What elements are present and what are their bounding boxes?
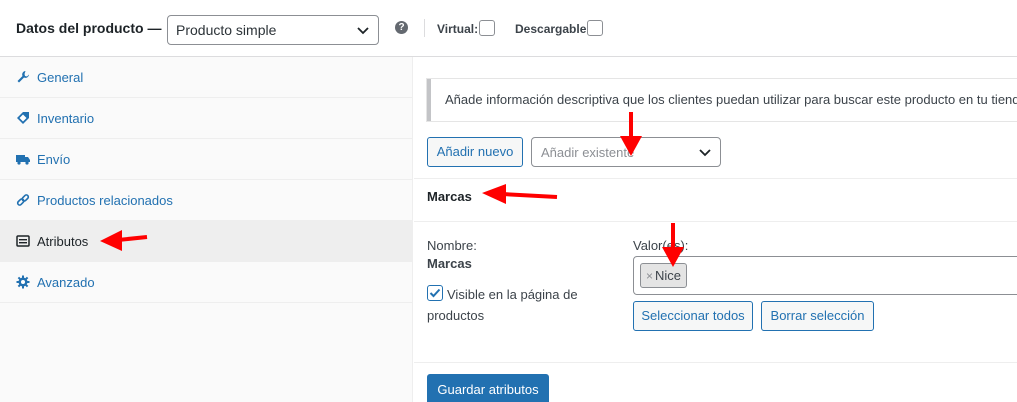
tab-label: Envío	[37, 152, 71, 167]
attributes-notice: Añade información descriptiva que los cl…	[427, 79, 1017, 121]
attribute-name-label: Nombre:	[427, 238, 477, 253]
product-data-title: Datos del producto —	[16, 20, 162, 36]
tab-general[interactable]: General	[0, 57, 412, 98]
clear-selection-button[interactable]: Borrar selección	[761, 301, 874, 331]
visible-on-product-checkbox[interactable]	[427, 285, 443, 301]
link-icon	[16, 194, 30, 206]
save-attributes-button[interactable]: Guardar atributos	[427, 374, 549, 402]
truck-icon	[16, 155, 30, 165]
remove-token-icon[interactable]: ×	[646, 269, 653, 283]
tag-icon	[17, 112, 29, 124]
product-type-select[interactable]: Producto simple	[167, 15, 379, 45]
checkmark-icon	[429, 288, 441, 298]
tab-attributes[interactable]: Atributos	[0, 221, 412, 262]
tab-inventory[interactable]: Inventario	[0, 98, 412, 139]
tab-label: Atributos	[37, 234, 89, 249]
annotation-arrow-add-existing	[620, 112, 642, 156]
tab-advanced[interactable]: Avanzado	[0, 262, 412, 303]
attributes-panel: Añade información descriptiva que los cl…	[414, 57, 1017, 402]
tab-label: Inventario	[37, 111, 95, 126]
attribute-values-field[interactable]: × Nice	[633, 256, 1017, 295]
list-icon	[16, 235, 30, 247]
annotation-arrow-attributes-tab	[100, 230, 148, 251]
product-data-header: Datos del producto — Producto simple ? V…	[0, 0, 1017, 57]
tab-shipping[interactable]: Envío	[0, 139, 412, 180]
visible-on-product-label: Visible en la página de productos	[427, 287, 578, 323]
gear-icon	[16, 275, 30, 289]
chevron-down-icon	[699, 149, 711, 157]
tab-label: General	[37, 70, 84, 85]
divider	[414, 221, 1017, 222]
product-type-value: Producto simple	[176, 22, 277, 38]
product-data-tabs: General Inventario Envío Productos relac…	[0, 57, 413, 402]
wrench-icon	[17, 71, 29, 83]
attribute-title[interactable]: Marcas	[427, 189, 472, 204]
virtual-checkbox[interactable]	[479, 20, 495, 36]
downloadable-checkbox[interactable]	[587, 20, 603, 36]
tab-linked-products[interactable]: Productos relacionados	[0, 180, 412, 221]
virtual-label: Virtual:	[437, 22, 479, 36]
attribute-name-value: Marcas	[427, 256, 472, 271]
chevron-down-icon	[357, 27, 369, 35]
header-divider	[424, 19, 425, 37]
downloadable-label: Descargable:	[515, 22, 591, 36]
divider	[414, 362, 1017, 363]
divider	[414, 178, 1017, 179]
annotation-arrow-attribute-title	[482, 184, 558, 204]
select-all-values-button[interactable]: Seleccionar todos	[633, 301, 753, 331]
help-icon[interactable]: ?	[395, 21, 408, 34]
tab-label: Avanzado	[37, 275, 95, 290]
tab-label: Productos relacionados	[37, 193, 173, 208]
annotation-arrow-values-field	[662, 223, 684, 267]
add-new-attribute-button[interactable]: Añadir nuevo	[427, 137, 523, 167]
